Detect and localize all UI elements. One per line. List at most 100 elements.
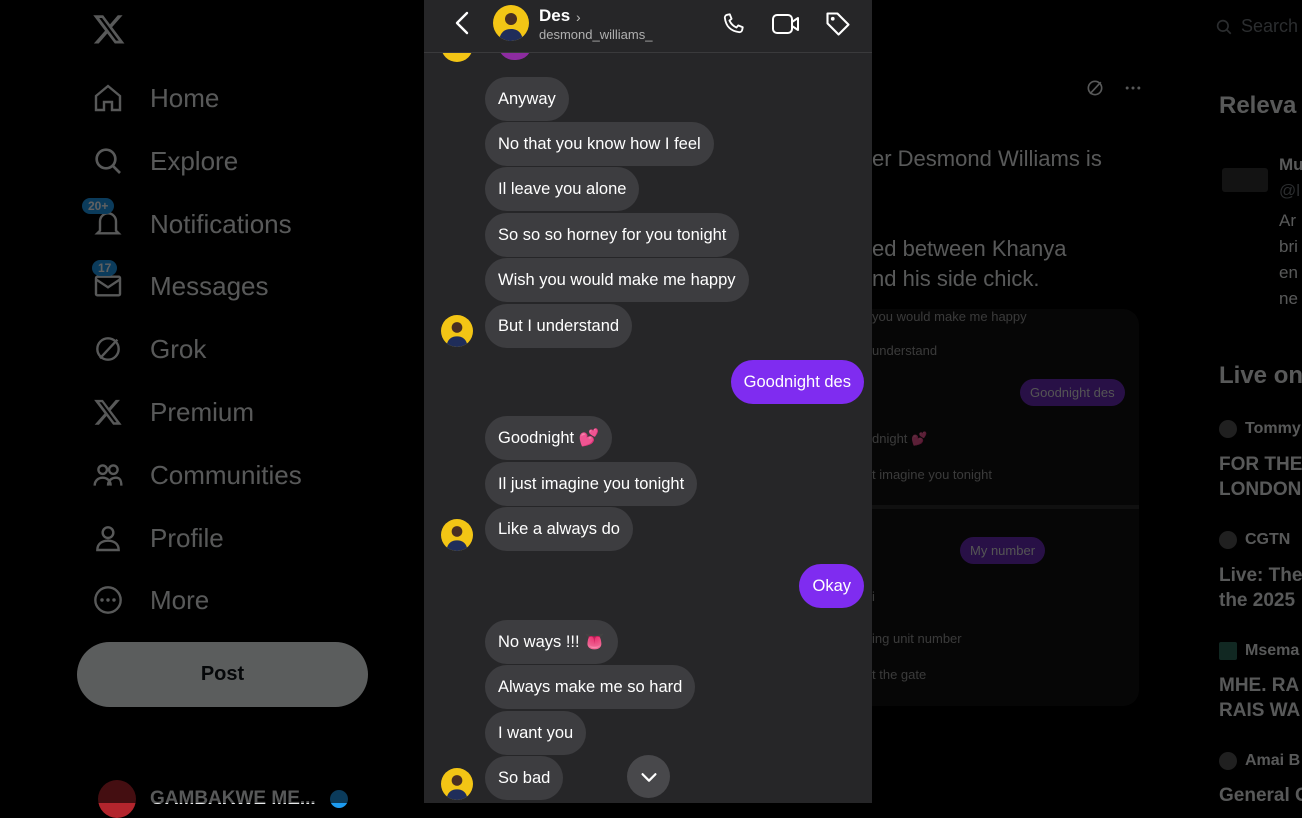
post-text-line: ed between Khanya [872,236,1067,261]
nav-label: Grok [150,333,207,364]
verified-icon [329,790,348,808]
relevant-heading: Releva [1219,92,1297,119]
media-text: My number [960,537,1046,564]
chat-header: Des › desmond_williams_ [424,0,872,53]
media-text: i [872,589,875,604]
avatar [1219,531,1237,549]
media-text: Goodnight des [1020,379,1125,406]
post-text-line: er Desmond Williams is [872,146,1102,171]
media-text: you would make me happy [872,309,1027,324]
scroll-to-bottom-button[interactable] [627,755,670,798]
nav-label: Profile [150,522,224,553]
avatar [98,780,136,818]
message-incoming: Goodnight 💕 [485,416,613,460]
post-button[interactable]: Post [77,642,368,707]
nav-label: Messages [150,270,269,301]
live-title[interactable]: MHE. RA [1219,673,1299,698]
message-incoming: Like a always do [485,507,633,551]
media-text: t imagine you tonight [872,467,992,482]
message-incoming: Wish you would make me happy [485,258,749,302]
message-incoming: Il leave you alone [485,167,640,211]
contact-avatar-small [441,768,473,800]
account-switcher[interactable]: GAMBAKWE ME... [98,780,348,818]
contact-avatar-small [441,315,473,347]
chevron-down-icon [640,772,657,782]
live-title[interactable]: the 2025 [1219,588,1295,613]
grok-icon [90,331,126,367]
avatar [1219,420,1237,438]
tag-icon[interactable] [824,10,852,38]
message-incoming: Anyway [485,77,569,121]
nav-communities[interactable]: Communities [90,453,302,497]
people-icon [90,457,126,493]
post-text-line: nd his side chick. [872,266,1040,291]
post-media[interactable]: you would make me happy understand Goodn… [872,309,1139,706]
grok-icon[interactable] [1085,78,1105,98]
live-title[interactable]: FOR THE [1219,452,1302,477]
relevant-handle: @l [1279,181,1301,200]
live-title[interactable]: Live: The [1219,563,1302,588]
nav-more[interactable]: More [90,578,209,622]
contact-handle: desmond_williams_ [539,27,653,42]
contact-avatar[interactable] [493,5,529,41]
nav-grok[interactable]: Grok [90,327,206,371]
live-source-name: Tommy [1245,420,1301,437]
nav-explore[interactable]: Explore [90,139,238,183]
phone-icon[interactable] [720,11,746,37]
message-incoming: But I understand [485,304,633,348]
relevant-bio: en [1279,263,1298,282]
nav-home[interactable]: Home [90,76,219,120]
media-text: dnight 💕 [872,431,928,446]
message-incoming: No ways !!! 👅 [485,620,618,664]
live-source[interactable]: Tommy [1219,420,1301,438]
live-source[interactable]: Amai B [1219,752,1300,770]
search-placeholder: Search [1241,16,1299,36]
x-logo-icon[interactable] [92,12,126,46]
message-incoming: I want you [485,711,587,755]
nav-label: Communities [150,459,302,490]
back-arrow-icon[interactable] [452,10,474,36]
notifications-badge: 20+ [82,198,115,214]
mail-icon: 17 [90,260,126,304]
live-source-name: Msema [1245,642,1300,659]
live-source-name: Amai B [1245,752,1301,769]
message-incoming: So bad [485,756,564,800]
live-source[interactable]: CGTN [1219,531,1290,549]
nav-profile[interactable]: Profile [90,516,224,560]
more-icon[interactable] [1123,78,1143,98]
contact-name[interactable]: Des [539,6,570,26]
nav-label: Premium [150,396,255,427]
nav-label: Explore [150,145,239,176]
media-text: ing unit number [872,631,962,646]
nav-messages[interactable]: 17 Messages [90,260,269,308]
live-source[interactable]: Msema [1219,642,1299,660]
live-source-name: CGTN [1245,531,1291,548]
search-icon [90,143,126,179]
live-heading: Live on [1219,362,1302,389]
message-incoming: So so so horney for you tonight [485,213,740,257]
relevant-user[interactable]: Mu [1279,152,1302,177]
nav-premium[interactable]: Premium [90,390,254,434]
nav-notifications[interactable]: 20+ Notifications [82,198,292,246]
message-incoming: Il just imagine you tonight [485,462,698,506]
live-title[interactable]: RAIS WA [1219,698,1300,723]
media-text: understand [872,343,938,358]
video-camera-icon[interactable] [771,11,801,37]
nav-label: More [150,584,210,615]
bell-icon: 20+ [82,198,126,242]
search-icon [1216,19,1232,34]
chevron-right-icon: › [576,9,581,25]
person-icon [90,520,126,556]
live-title[interactable]: LONDON [1219,477,1301,502]
message-incoming: Always make me so hard [485,665,696,709]
live-title[interactable]: General C [1219,783,1302,808]
search-input[interactable]: Search [1215,16,1298,37]
relevant-bio: bri [1279,237,1298,256]
more-circle-icon [90,582,126,618]
nav-label: Home [150,82,220,113]
home-icon [90,80,126,116]
message-incoming: No that you know how I feel [485,122,714,166]
nav-label: Notifications [150,208,292,239]
relevant-avatar[interactable] [1222,168,1268,192]
message-outgoing: Okay [799,564,864,608]
